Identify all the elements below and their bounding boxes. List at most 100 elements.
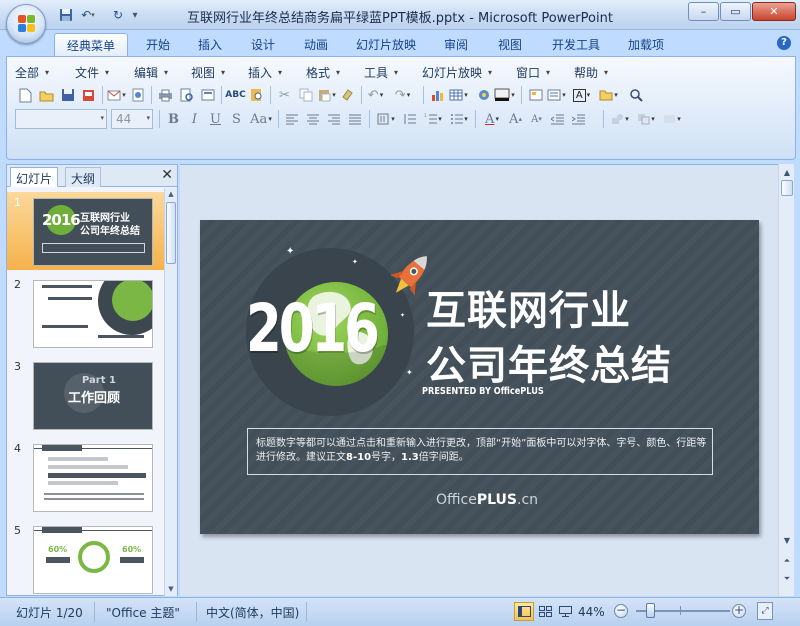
scrollbar-thumb[interactable] bbox=[781, 180, 793, 196]
new-slide-icon[interactable] bbox=[525, 85, 546, 105]
slide-design-icon[interactable]: ▾ bbox=[546, 85, 567, 105]
line-spacing-icon[interactable] bbox=[399, 109, 420, 129]
redo-icon[interactable]: ↷ ▾ bbox=[392, 85, 413, 105]
fit-to-window-icon[interactable]: ⤢ bbox=[757, 602, 773, 620]
menu-view[interactable]: 视图 ▾ bbox=[191, 63, 248, 81]
change-case-button[interactable]: Aa ▾ bbox=[247, 109, 275, 129]
qat-customize-button[interactable]: ▾ bbox=[130, 10, 140, 21]
tab-design[interactable]: 设计 bbox=[243, 33, 283, 56]
main-slide[interactable]: ✦ ✦ ✦ ✦ 2016 互联网行业 公司年终总结 PRESENTED BY O… bbox=[200, 220, 759, 534]
bold-button[interactable]: B bbox=[163, 109, 184, 129]
scroll-down-icon[interactable]: ▼ bbox=[780, 534, 794, 548]
copy-icon[interactable] bbox=[295, 85, 316, 105]
menu-format[interactable]: 格式 ▾ bbox=[306, 63, 364, 81]
undo-icon[interactable]: ↶ ▾ bbox=[78, 6, 98, 24]
tab-developer[interactable]: 开发工具 bbox=[544, 33, 608, 56]
arrange-icon[interactable]: ▾ bbox=[633, 109, 659, 129]
insert-picture-icon[interactable]: ▾ bbox=[598, 85, 619, 105]
spelling-icon[interactable]: ABC bbox=[225, 85, 246, 105]
italic-button[interactable]: I bbox=[184, 109, 205, 129]
tab-outline[interactable]: 大纲 bbox=[65, 167, 102, 187]
close-button[interactable]: ✕ bbox=[752, 2, 796, 21]
permission-icon[interactable] bbox=[78, 85, 99, 105]
thumbnail-scrollbar[interactable]: ▲ ▼ bbox=[164, 188, 177, 596]
help-icon[interactable]: ? bbox=[777, 36, 791, 50]
slide-sorter-icon[interactable] bbox=[535, 602, 555, 621]
font-color-button[interactable]: A ▾ bbox=[479, 109, 505, 129]
grow-font-button[interactable]: A ▴ bbox=[505, 109, 526, 129]
editor-scrollbar[interactable]: ▲ ▼ ⏶ ⏷ bbox=[778, 164, 794, 596]
menu-tools[interactable]: 工具 ▾ bbox=[364, 63, 422, 81]
align-right-icon[interactable] bbox=[324, 109, 345, 129]
print-preview-icon[interactable] bbox=[176, 85, 197, 105]
numbering-icon[interactable]: 1 ▾ bbox=[420, 109, 446, 129]
zoom-out-button[interactable]: − bbox=[614, 604, 628, 618]
zoom-slider-thumb[interactable] bbox=[646, 603, 655, 618]
previous-slide-icon[interactable]: ⏶ bbox=[780, 554, 794, 568]
scrollbar-thumb[interactable] bbox=[166, 202, 176, 264]
menu-edit[interactable]: 编辑 ▾ bbox=[134, 63, 191, 81]
new-document-icon[interactable] bbox=[15, 85, 36, 105]
text-box-icon[interactable]: A ▾ bbox=[571, 85, 592, 105]
quick-styles-icon[interactable]: ▾ bbox=[659, 109, 685, 129]
theme-name[interactable]: "Office 主题" bbox=[100, 601, 186, 623]
menu-all[interactable]: 全部 ▾ bbox=[15, 63, 75, 81]
maximize-button[interactable]: ▭ bbox=[720, 2, 751, 21]
color-fill-icon[interactable]: ▾ bbox=[494, 85, 515, 105]
menu-slideshow[interactable]: 幻灯片放映 ▾ bbox=[422, 63, 516, 81]
font-size-combo[interactable]: 44 ▾ bbox=[111, 109, 153, 129]
email-icon[interactable]: ▾ bbox=[106, 85, 127, 105]
undo-icon[interactable]: ↶ ▾ bbox=[365, 85, 386, 105]
shrink-font-button[interactable]: A ▾ bbox=[526, 109, 547, 129]
tab-animations[interactable]: 动画 bbox=[296, 33, 336, 56]
body-textbox[interactable]: 标题数字等都可以通过点击和重新输入进行更改，顶部“开始”面板中可以对字体、字号、… bbox=[247, 428, 713, 475]
save-icon[interactable] bbox=[56, 6, 76, 24]
tab-view[interactable]: 视图 bbox=[490, 33, 530, 56]
normal-view-icon[interactable] bbox=[514, 602, 534, 621]
publish-icon[interactable] bbox=[127, 85, 148, 105]
decrease-indent-icon[interactable] bbox=[547, 109, 568, 129]
language-indicator[interactable]: 中文(简体，中国) bbox=[200, 601, 305, 623]
zoom-level[interactable]: 44% bbox=[578, 601, 605, 623]
redo-icon[interactable]: ↻ bbox=[108, 6, 128, 24]
scroll-down-icon[interactable]: ▼ bbox=[165, 583, 177, 595]
office-button[interactable] bbox=[6, 4, 46, 44]
chart-icon[interactable] bbox=[427, 85, 448, 105]
next-slide-icon[interactable]: ⏷ bbox=[780, 572, 794, 586]
slide-thumbnail-3[interactable]: 3 Part 1 工作回顾 bbox=[7, 356, 165, 434]
close-pane-icon[interactable]: ✕ bbox=[161, 167, 173, 183]
open-folder-icon[interactable] bbox=[36, 85, 57, 105]
menu-file[interactable]: 文件 ▾ bbox=[75, 63, 134, 81]
minimize-button[interactable]: – bbox=[688, 2, 719, 21]
table-icon[interactable]: ▾ bbox=[448, 85, 469, 105]
save-icon[interactable] bbox=[57, 85, 78, 105]
text-direction-icon[interactable]: ▾ bbox=[373, 109, 399, 129]
scroll-up-icon[interactable]: ▲ bbox=[780, 166, 794, 180]
align-left-icon[interactable] bbox=[282, 109, 303, 129]
zoom-in-button[interactable]: + bbox=[732, 604, 746, 618]
font-name-combo[interactable]: ▾ bbox=[15, 109, 107, 129]
cut-icon[interactable]: ✂ bbox=[274, 85, 295, 105]
shapes-icon[interactable]: ▾ bbox=[607, 109, 633, 129]
tab-home[interactable]: 开始 bbox=[138, 33, 178, 56]
menu-help[interactable]: 帮助 ▾ bbox=[574, 63, 624, 81]
align-center-icon[interactable] bbox=[303, 109, 324, 129]
tab-slides[interactable]: 幻灯片 bbox=[10, 167, 59, 187]
tab-classic-menu[interactable]: 经典菜单 bbox=[54, 33, 128, 57]
slideshow-view-icon[interactable] bbox=[555, 602, 575, 621]
tab-insert[interactable]: 插入 bbox=[190, 33, 230, 56]
justify-icon[interactable] bbox=[345, 109, 366, 129]
tab-slideshow[interactable]: 幻灯片放映 bbox=[350, 33, 422, 56]
scroll-up-icon[interactable]: ▲ bbox=[165, 188, 177, 200]
underline-button[interactable]: U bbox=[205, 109, 226, 129]
format-painter-icon[interactable] bbox=[337, 85, 358, 105]
slide-thumbnail-1[interactable]: 1 2016 互联网行业 公司年终总结 bbox=[7, 192, 165, 270]
strikethrough-button[interactable]: S bbox=[226, 109, 247, 129]
menu-insert[interactable]: 插入 ▾ bbox=[248, 63, 306, 81]
clip-art-icon[interactable] bbox=[473, 85, 494, 105]
paste-icon[interactable]: ▾ bbox=[316, 85, 337, 105]
menu-window[interactable]: 窗口 ▾ bbox=[516, 63, 574, 81]
tab-review[interactable]: 审阅 bbox=[436, 33, 476, 56]
slide-thumbnail-5[interactable]: 5 60% 60% bbox=[7, 520, 165, 596]
slide-thumbnail-4[interactable]: 4 bbox=[7, 438, 165, 516]
